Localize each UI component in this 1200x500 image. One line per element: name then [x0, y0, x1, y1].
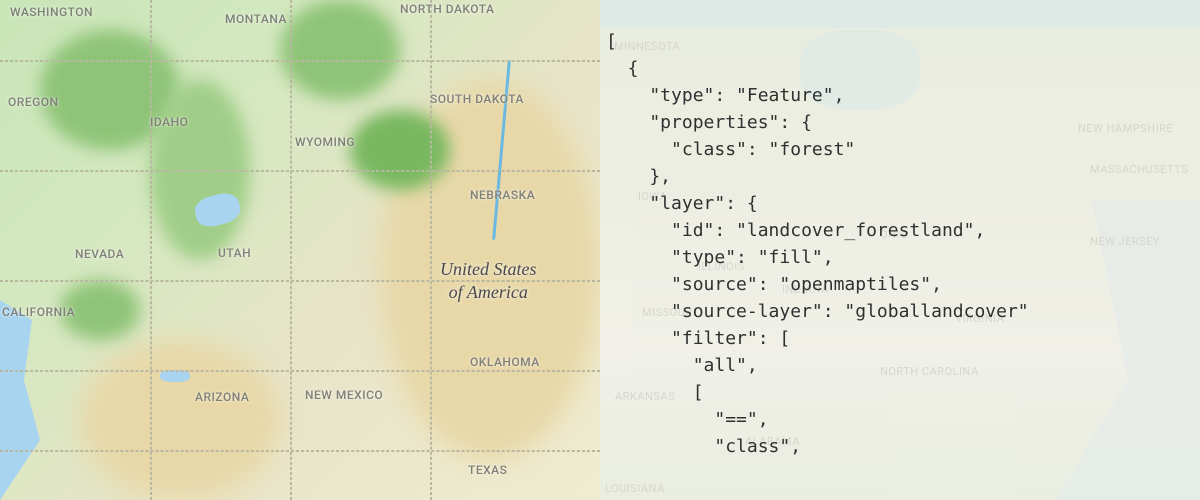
geojson-code-block[interactable]: [ { "type": "Feature", "properties": { "…	[606, 28, 1200, 500]
state-border	[0, 170, 600, 172]
state-label: NEBRASKA	[470, 188, 535, 202]
state-label: ARIZONA	[195, 390, 249, 404]
forest-region	[350, 110, 450, 190]
state-label: IDAHO	[150, 115, 188, 129]
state-label: UTAH	[218, 246, 251, 260]
forest-region	[280, 0, 400, 100]
map-left-panel[interactable]: WASHINGTON MONTANA NORTH DAKOTA OREGON IDAHO…	[0, 0, 600, 500]
state-border	[0, 60, 600, 62]
state-border	[0, 370, 600, 372]
state-label: TEXAS	[468, 463, 507, 477]
faded-water	[600, 0, 1200, 28]
country-label: United Statesof America	[440, 258, 537, 305]
state-border	[290, 0, 292, 500]
state-label: CALIFORNIA	[2, 305, 75, 319]
ocean	[0, 300, 80, 500]
state-border	[430, 0, 432, 500]
state-label: WYOMING	[295, 135, 355, 149]
code-right-panel: MINNESOTANEW HAMPSHIREMASSACHUSETTSIOWAO…	[600, 0, 1200, 500]
arid-region	[80, 340, 280, 500]
state-border	[0, 450, 600, 452]
state-label: SOUTH DAKOTA	[430, 92, 524, 106]
state-label: MONTANA	[225, 12, 287, 26]
state-label: NEVADA	[75, 247, 124, 261]
state-label: WASHINGTON	[10, 5, 93, 19]
state-label: OKLAHOMA	[470, 355, 540, 369]
state-label: NEW MEXICO	[305, 388, 383, 402]
state-border	[150, 0, 152, 500]
state-label: OREGON	[8, 95, 59, 109]
state-label: NORTH DAKOTA	[400, 2, 495, 16]
